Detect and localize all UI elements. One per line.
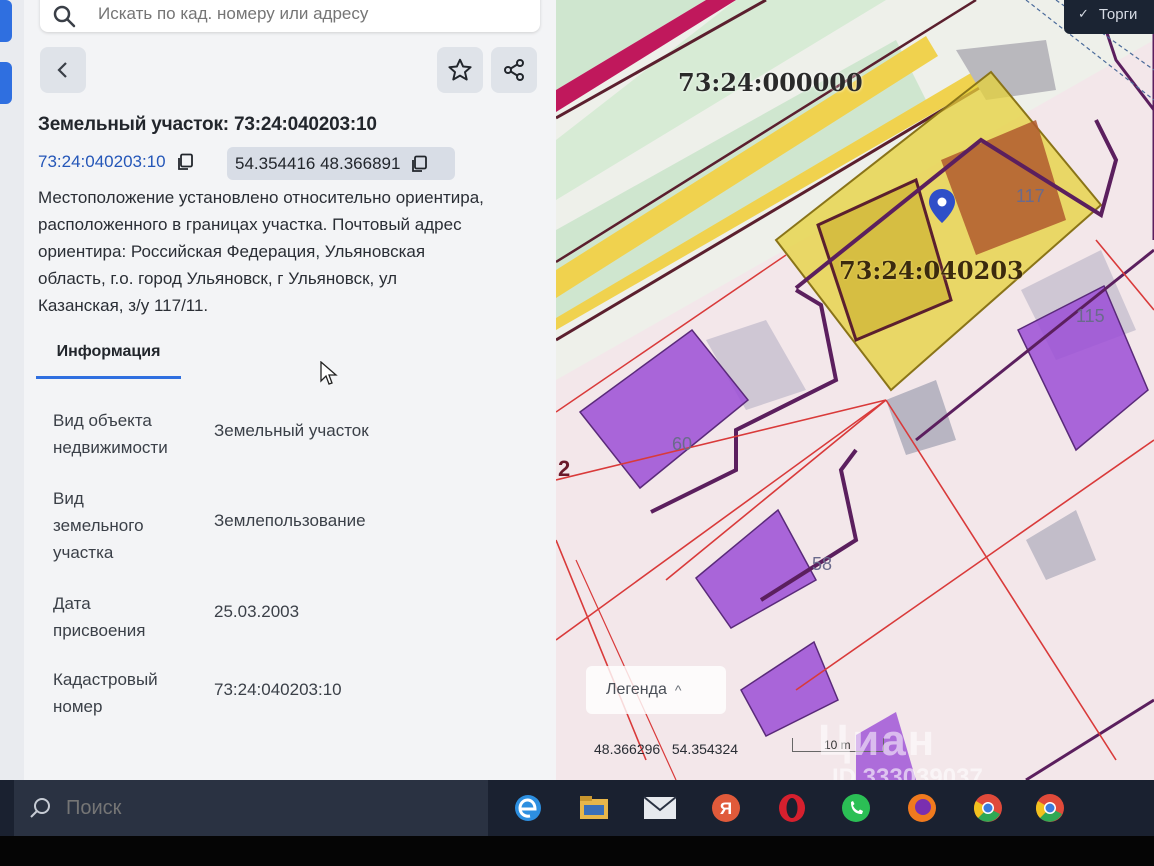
app-rail [0, 0, 24, 780]
info-row-label: Вид земельного участка [53, 485, 144, 566]
label-line: Дата [53, 594, 91, 613]
location-pin-icon[interactable] [928, 188, 956, 224]
search-input[interactable] [98, 4, 498, 24]
mail-icon[interactable] [642, 790, 678, 826]
label-line: земельного [53, 516, 144, 535]
whatsapp-icon[interactable] [838, 790, 874, 826]
active-tab-indicator [36, 376, 181, 379]
opera-icon[interactable] [774, 790, 810, 826]
label-line: номер [53, 697, 103, 716]
chrome-icon[interactable] [970, 790, 1006, 826]
mouse-cursor-icon [320, 361, 338, 385]
windows-taskbar: Я [0, 780, 1154, 836]
label-line: Вид объекта [53, 411, 152, 430]
house-number: 60 [672, 434, 693, 454]
watermark-logo: Циан [818, 716, 937, 765]
taskbar-search-input[interactable] [66, 796, 446, 820]
search-icon [30, 798, 50, 818]
house-number: 115 [1076, 306, 1105, 326]
share-icon [504, 59, 524, 81]
label-line: Вид [53, 489, 84, 508]
edge-icon[interactable] [510, 790, 546, 826]
yandex-browser-icon[interactable]: Я [708, 790, 744, 826]
house-number: 2 [558, 456, 571, 481]
quarter-label: 73:24:000000 [678, 68, 863, 97]
label-line: присвоения [53, 621, 146, 640]
chevron-left-icon [57, 62, 67, 78]
legend-label: Легенда [606, 681, 667, 698]
rail-tab-layers[interactable] [0, 0, 12, 42]
legend-button[interactable]: Легенда ^ [586, 666, 726, 714]
object-address: Местоположение установлено относительно … [38, 184, 553, 319]
chrome-icon[interactable] [1032, 790, 1068, 826]
label-line: участка [53, 543, 114, 562]
firefox-icon[interactable] [904, 790, 940, 826]
share-button[interactable] [491, 47, 537, 93]
back-button[interactable] [40, 47, 86, 93]
copy-icon[interactable] [410, 155, 428, 173]
cursor-lat: 54.354324 [671, 741, 739, 757]
object-title: Земельный участок: 73:24:040203:10 [38, 114, 377, 135]
taskbar-search[interactable] [14, 780, 488, 836]
info-row-value: Землепользование [214, 511, 366, 530]
address-line: ориентира: Российская Федерация, Ульянов… [38, 242, 426, 261]
auctions-label: Торги [1098, 5, 1138, 23]
star-icon [448, 58, 472, 81]
favorite-button[interactable] [437, 47, 483, 93]
search-icon[interactable] [52, 4, 76, 28]
info-row-value: 73:24:040203:10 [214, 680, 342, 699]
info-row-label: Кадастровый номер [53, 666, 158, 720]
file-explorer-icon[interactable] [576, 790, 612, 826]
coordinates-text: 54.354416 48.366891 [235, 153, 401, 173]
copy-icon[interactable] [176, 153, 194, 171]
watermark-id: ID 333039037 [832, 764, 983, 780]
svg-text:Я: Я [720, 799, 732, 818]
cursor-lon: 48.366296 [594, 741, 661, 757]
monitor-bezel [0, 836, 1154, 866]
block-label: 73:24:040203 [839, 256, 1024, 285]
info-row-label: Вид объекта недвижимости [53, 407, 168, 461]
info-panel: Земельный участок: 73:24:040203:10 73:24… [24, 0, 560, 780]
address-line: Казанская, з/у 117/11. [38, 296, 209, 315]
chevron-up-icon: ^ [674, 682, 682, 698]
label-line: недвижимости [53, 438, 168, 457]
house-number: 58 [812, 554, 833, 574]
address-line: Местоположение установлено относительно … [38, 188, 484, 207]
tab-information[interactable]: Информация [36, 340, 181, 380]
auctions-toggle[interactable]: ✓ Торги [1064, 0, 1154, 34]
info-row-value: Земельный участок [214, 421, 369, 440]
cursor-coordinates: 48.366296 54.354324 [594, 741, 738, 757]
house-number: 117 [1016, 186, 1045, 206]
coordinates-chip[interactable]: 54.354416 48.366891 [227, 147, 455, 180]
address-line: расположенного в границах участка. Почто… [38, 215, 462, 234]
cadastral-map[interactable]: 73:24:000000 73:24:040203 117 115 60 58 … [556, 0, 1154, 780]
check-icon: ✓ [1078, 6, 1089, 21]
search-bar [40, 0, 540, 32]
info-row-value: 25.03.2003 [214, 602, 300, 621]
info-row-label: Дата присвоения [53, 590, 146, 644]
cadastral-number-text[interactable]: 73:24:040203:10 [38, 152, 166, 172]
cadastral-number-link[interactable]: 73:24:040203:10 [38, 152, 194, 172]
label-line: Кадастровый [53, 670, 158, 689]
rail-tab-search[interactable] [0, 62, 12, 104]
screen: Земельный участок: 73:24:040203:10 73:24… [0, 0, 1154, 866]
address-line: область, г.о. город Ульяновск, г Ульянов… [38, 269, 397, 288]
map-canvas [556, 0, 1154, 780]
